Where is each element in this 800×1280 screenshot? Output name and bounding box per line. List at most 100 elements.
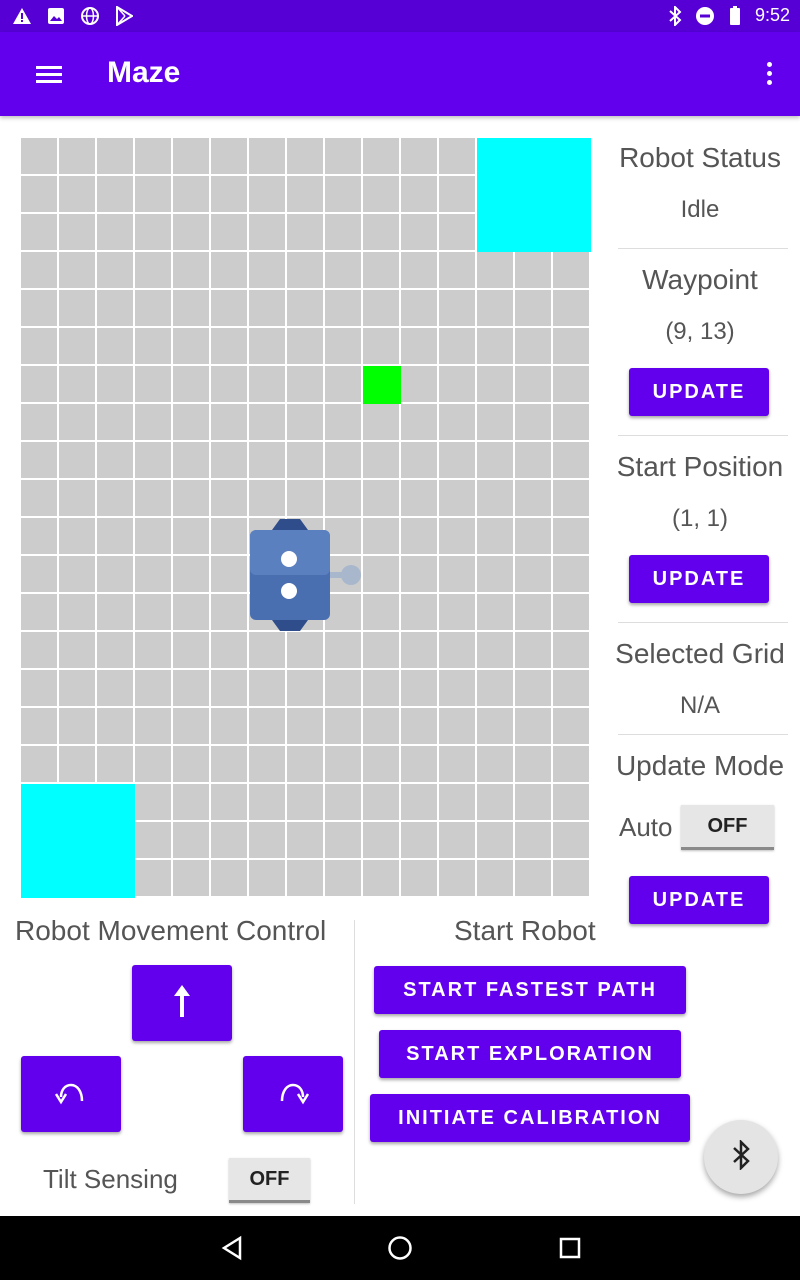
maze-cell[interactable] — [553, 252, 589, 288]
maze-cell[interactable] — [173, 860, 209, 896]
maze-cell[interactable] — [135, 252, 171, 288]
maze-cell[interactable] — [553, 594, 589, 630]
maze-cell[interactable] — [439, 366, 475, 402]
maze-cell[interactable] — [97, 708, 133, 744]
maze-cell[interactable] — [401, 442, 437, 478]
maze-cell[interactable] — [477, 252, 513, 288]
maze-cell[interactable] — [515, 556, 551, 592]
maze-cell[interactable] — [515, 632, 551, 668]
maze-cell[interactable] — [553, 556, 589, 592]
maze-cell[interactable] — [211, 404, 247, 440]
maze-cell[interactable] — [363, 328, 399, 364]
maze-cell[interactable] — [363, 822, 399, 858]
maze-cell[interactable] — [325, 632, 361, 668]
maze-cell[interactable] — [439, 746, 475, 782]
maze-cell[interactable] — [287, 328, 323, 364]
maze-cell[interactable] — [401, 784, 437, 820]
maze-cell[interactable] — [59, 594, 95, 630]
maze-cell[interactable] — [477, 328, 513, 364]
maze-cell[interactable] — [515, 518, 551, 554]
maze-cell[interactable] — [135, 328, 171, 364]
maze-cell[interactable] — [287, 746, 323, 782]
maze-cell[interactable] — [477, 290, 513, 326]
maze-cell[interactable] — [401, 860, 437, 896]
maze-cell[interactable] — [439, 670, 475, 706]
maze-cell[interactable] — [59, 328, 95, 364]
maze-cell[interactable] — [553, 518, 589, 554]
maze-cell[interactable] — [401, 138, 437, 174]
maze-cell[interactable] — [553, 670, 589, 706]
maze-cell[interactable] — [363, 404, 399, 440]
maze-cell[interactable] — [211, 214, 247, 250]
maze-cell[interactable] — [59, 708, 95, 744]
maze-cell[interactable] — [211, 480, 247, 516]
maze-cell[interactable] — [515, 822, 551, 858]
maze-cell[interactable] — [97, 670, 133, 706]
maze-cell[interactable] — [439, 214, 475, 250]
maze-cell[interactable] — [363, 708, 399, 744]
maze-cell[interactable] — [135, 290, 171, 326]
maze-cell[interactable] — [21, 176, 57, 212]
maze-cell[interactable] — [211, 366, 247, 402]
maze-cell[interactable] — [97, 366, 133, 402]
maze-cell[interactable] — [477, 594, 513, 630]
waypoint-update-button[interactable]: UPDATE — [629, 368, 769, 416]
maze-cell[interactable] — [287, 290, 323, 326]
maze-cell[interactable] — [59, 556, 95, 592]
maze-cell[interactable] — [97, 746, 133, 782]
maze-cell[interactable] — [135, 556, 171, 592]
maze-cell[interactable] — [439, 138, 475, 174]
maze-cell[interactable] — [515, 328, 551, 364]
maze-cell[interactable] — [477, 518, 513, 554]
maze-cell[interactable] — [325, 176, 361, 212]
maze-cell[interactable] — [173, 214, 209, 250]
maze-cell[interactable] — [325, 860, 361, 896]
maze-cell[interactable] — [553, 822, 589, 858]
maze-cell[interactable] — [21, 290, 57, 326]
maze-cell[interactable] — [135, 442, 171, 478]
maze-cell[interactable] — [325, 138, 361, 174]
maze-cell[interactable] — [135, 176, 171, 212]
maze-cell[interactable] — [439, 632, 475, 668]
maze-cell[interactable] — [325, 822, 361, 858]
maze-cell[interactable] — [173, 404, 209, 440]
maze-cell[interactable] — [135, 518, 171, 554]
maze-cell[interactable] — [173, 746, 209, 782]
bluetooth-fab[interactable] — [704, 1120, 778, 1194]
maze-cell[interactable] — [553, 290, 589, 326]
maze-cell[interactable] — [325, 480, 361, 516]
maze-cell[interactable] — [21, 328, 57, 364]
maze-cell[interactable] — [211, 670, 247, 706]
start-fastest-path-button[interactable]: START FASTEST PATH — [374, 966, 686, 1014]
maze-cell[interactable] — [325, 290, 361, 326]
maze-cell[interactable] — [553, 746, 589, 782]
maze-cell[interactable] — [477, 632, 513, 668]
maze-cell[interactable] — [59, 404, 95, 440]
maze-cell[interactable] — [325, 670, 361, 706]
maze-cell[interactable] — [173, 670, 209, 706]
maze-cell[interactable] — [211, 252, 247, 288]
maze-cell[interactable] — [249, 214, 285, 250]
maze-cell[interactable] — [401, 214, 437, 250]
maze-cell[interactable] — [439, 784, 475, 820]
maze-cell[interactable] — [363, 594, 399, 630]
maze-cell[interactable] — [325, 784, 361, 820]
maze-cell[interactable] — [21, 252, 57, 288]
maze-cell[interactable] — [135, 404, 171, 440]
maze-cell[interactable] — [363, 518, 399, 554]
maze-cell[interactable] — [249, 670, 285, 706]
maze-cell[interactable] — [287, 138, 323, 174]
maze-cell[interactable] — [439, 480, 475, 516]
maze-cell[interactable] — [21, 366, 57, 402]
move-forward-button[interactable] — [132, 965, 232, 1041]
maze-cell[interactable] — [363, 442, 399, 478]
maze-cell[interactable] — [97, 138, 133, 174]
maze-cell[interactable] — [59, 746, 95, 782]
maze-cell[interactable] — [401, 746, 437, 782]
maze-cell[interactable] — [97, 176, 133, 212]
home-icon[interactable] — [386, 1234, 414, 1262]
maze-cell[interactable] — [515, 442, 551, 478]
maze-cell[interactable] — [97, 480, 133, 516]
maze-cell[interactable] — [363, 480, 399, 516]
maze-cell[interactable] — [477, 556, 513, 592]
